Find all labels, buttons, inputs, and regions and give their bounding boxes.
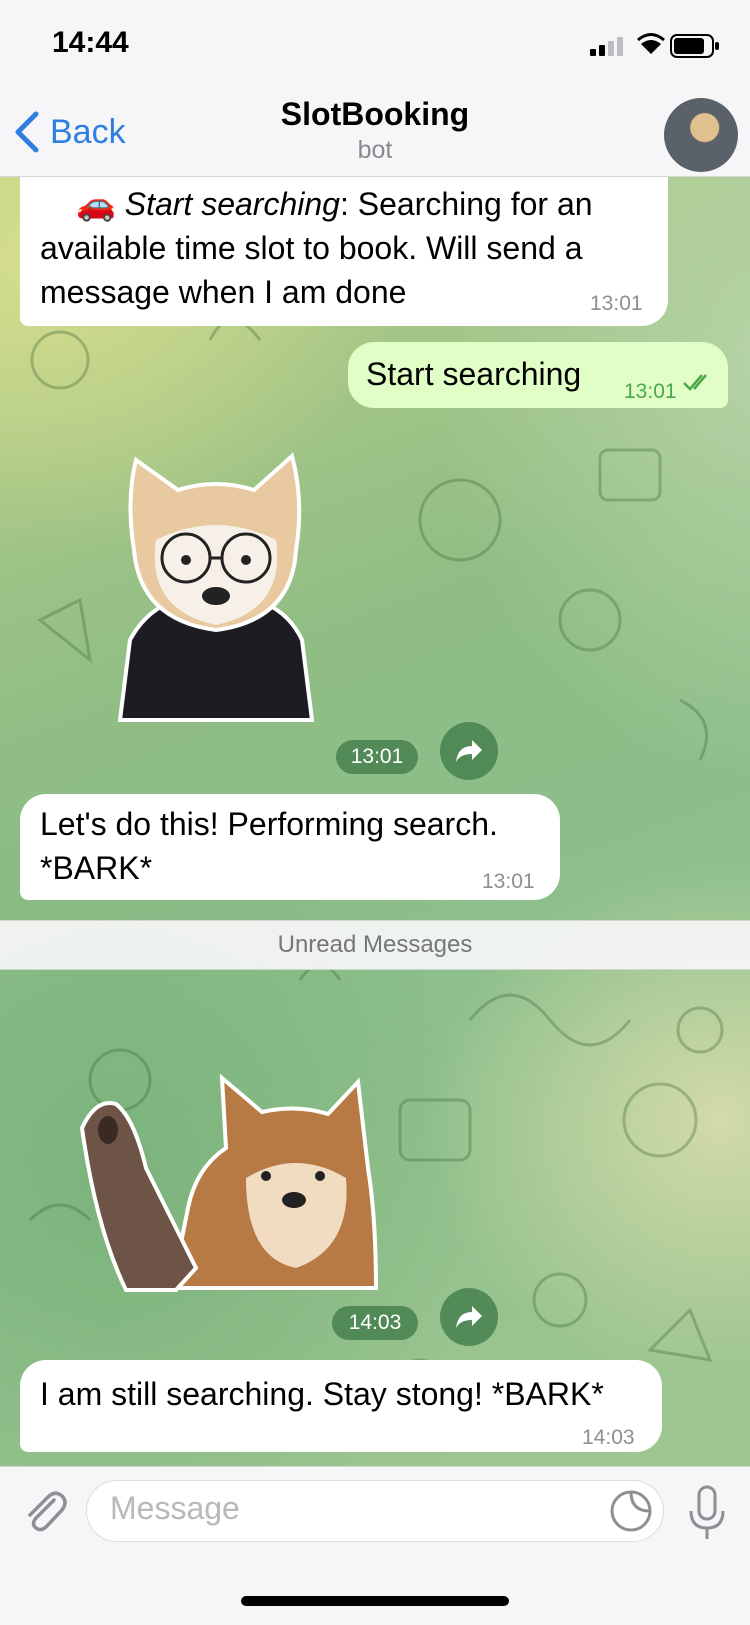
- forward-arrow-icon: [456, 740, 482, 762]
- sticker-dog-glasses[interactable]: [116, 450, 316, 724]
- status-clock: 14:44: [52, 26, 129, 59]
- message-placeholder: Message: [110, 1490, 240, 1526]
- command-name: Start searching: [124, 186, 340, 222]
- bot-avatar[interactable]: [664, 98, 738, 172]
- microphone-icon[interactable]: [686, 1484, 728, 1542]
- message-bubble-outgoing[interactable]: Start searching 13:01: [348, 342, 728, 408]
- paperclip-icon[interactable]: [20, 1486, 68, 1534]
- sticker-icon[interactable]: [608, 1488, 654, 1534]
- message-text: Let's do this! Performing search.: [40, 806, 498, 842]
- message-time: 13:01: [482, 870, 535, 893]
- wifi-icon: [637, 33, 665, 54]
- sticker-time: 14:03: [332, 1306, 418, 1340]
- forward-button[interactable]: [440, 722, 498, 780]
- chat-title[interactable]: SlotBooking: [0, 96, 750, 133]
- message-time: 13:01: [624, 380, 677, 403]
- read-checkmarks-icon: [683, 374, 707, 391]
- cellular-signal-icon: [590, 37, 623, 56]
- message-text: : Searching for an: [339, 186, 593, 222]
- message-text: message when I am done: [40, 274, 407, 310]
- message-bubble-incoming[interactable]: Let's do this! Performing search. *BARK*…: [20, 794, 560, 900]
- message-text: Start searching: [366, 356, 582, 392]
- sticker-time: 13:01: [336, 740, 418, 774]
- home-indicator: [241, 1596, 509, 1606]
- message-time: 14:03: [582, 1426, 635, 1449]
- forward-arrow-icon: [456, 1306, 482, 1328]
- chat-subtitle: bot: [357, 136, 393, 164]
- message-time: 13:01: [590, 292, 643, 315]
- sticker-dog-waving[interactable]: [76, 1068, 386, 1292]
- message-text: available time slot to book. Will send a: [40, 230, 583, 266]
- battery-icon: [670, 34, 719, 58]
- message-text: I am still searching. Stay stong! *BARK*: [40, 1376, 604, 1412]
- message-bubble-incoming[interactable]: I am still searching. Stay stong! *BARK*…: [20, 1360, 662, 1452]
- forward-button[interactable]: [440, 1288, 498, 1346]
- car-emoji: 🚗: [76, 186, 116, 222]
- unread-messages-divider: Unread Messages: [0, 920, 750, 970]
